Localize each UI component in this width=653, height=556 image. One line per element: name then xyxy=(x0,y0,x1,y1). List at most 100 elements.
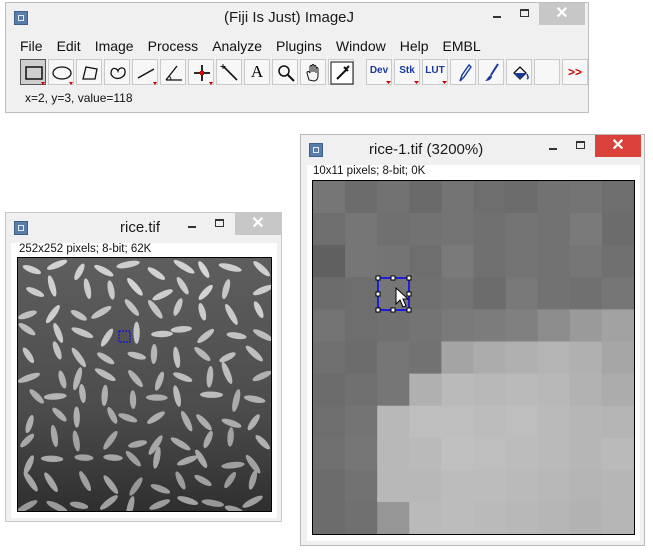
roi-handle[interactable] xyxy=(390,307,396,313)
zoomed-pixel xyxy=(473,245,507,278)
close-button[interactable]: ✕ xyxy=(595,135,641,157)
zoomed-pixel xyxy=(377,469,410,503)
line-tool-icon[interactable] xyxy=(132,59,158,85)
point-tool-icon[interactable] xyxy=(188,59,214,85)
zoomed-pixel xyxy=(601,277,634,310)
rice-image-canvas[interactable] xyxy=(17,257,272,512)
color-picker-tool-icon[interactable] xyxy=(328,59,354,85)
maximize-button[interactable] xyxy=(511,3,539,25)
roi-handle[interactable] xyxy=(406,275,412,281)
close-button[interactable]: ✕ xyxy=(539,3,585,25)
minimize-button[interactable] xyxy=(483,3,511,25)
zoomed-pixel xyxy=(441,405,475,439)
title-bar[interactable]: (Fiji Is Just) ImageJ ✕ xyxy=(6,3,588,33)
zoomed-pixel xyxy=(473,213,507,246)
zoomed-pixel xyxy=(313,245,346,278)
window-title: (Fiji Is Just) ImageJ xyxy=(224,9,355,26)
zoomed-pixel xyxy=(441,469,475,503)
menu-plugins[interactable]: Plugins xyxy=(276,35,322,57)
brush-tool-icon[interactable] xyxy=(478,59,504,85)
zoomed-pixel xyxy=(569,277,603,310)
rectangle-tool-icon[interactable] xyxy=(20,59,46,85)
zoomed-pixel xyxy=(569,469,603,503)
zoomed-pixel xyxy=(505,309,539,343)
hand-tool-icon[interactable] xyxy=(300,59,326,85)
status-bar-text: x=2, y=3, value=118 xyxy=(25,91,133,105)
menu-embl[interactable]: EMBL xyxy=(443,35,481,57)
zoomed-pixel xyxy=(313,373,346,407)
roi-handle[interactable] xyxy=(406,307,412,313)
zoomed-pixel xyxy=(505,437,539,471)
title-bar[interactable]: rice.tif ✕ xyxy=(6,213,281,243)
rice-image-window: rice.tif ✕ 252x252 pixels; 8-bit; 62K xyxy=(5,212,282,522)
polygon-tool-icon[interactable] xyxy=(76,59,102,85)
zoomed-pixel xyxy=(569,437,603,471)
zoomed-pixel xyxy=(601,373,634,407)
zoomed-pixel xyxy=(537,502,571,534)
zoomed-pixel xyxy=(505,213,539,246)
zoomed-pixel xyxy=(505,469,539,503)
menu-window[interactable]: Window xyxy=(336,35,386,57)
zoomed-pixel xyxy=(601,341,634,375)
freehand-tool-icon[interactable] xyxy=(104,59,130,85)
more-tools-icon[interactable]: >> xyxy=(562,59,588,85)
text-tool-icon[interactable]: A xyxy=(244,59,270,85)
zoomed-pixel xyxy=(601,405,634,439)
zoomed-pixel xyxy=(569,502,603,534)
roi-handle[interactable] xyxy=(390,275,396,281)
zoomed-pixel xyxy=(505,373,539,407)
zoomed-pixel xyxy=(409,405,442,439)
zoomed-pixel xyxy=(473,277,507,310)
roi-handle[interactable] xyxy=(406,291,412,297)
roi-handle[interactable] xyxy=(375,307,381,313)
zoomed-pixel xyxy=(345,437,378,471)
menu-help[interactable]: Help xyxy=(400,35,429,57)
angle-tool-icon[interactable] xyxy=(160,59,186,85)
zoomed-pixel xyxy=(537,181,571,214)
zoomed-pixel xyxy=(441,277,475,310)
fiji-app-icon xyxy=(309,143,323,157)
menu-file[interactable]: File xyxy=(20,35,43,57)
zoomed-pixel xyxy=(441,245,475,278)
zoomed-image-canvas[interactable] xyxy=(312,180,635,535)
zoomed-pixel xyxy=(537,373,571,407)
maximize-button[interactable] xyxy=(206,213,234,235)
dev-menu-tool[interactable]: Dev xyxy=(366,59,392,85)
maximize-button[interactable] xyxy=(567,135,595,157)
close-button[interactable]: ✕ xyxy=(235,213,281,235)
minimize-button[interactable] xyxy=(178,213,206,235)
zoomed-pixel xyxy=(377,309,410,343)
minimize-button[interactable] xyxy=(539,135,567,157)
pencil-tool-icon[interactable] xyxy=(450,59,476,85)
zoomed-pixel xyxy=(473,469,507,503)
zoomed-pixel xyxy=(345,213,378,246)
zoomed-pixel xyxy=(473,341,507,375)
zoomed-pixel xyxy=(601,437,634,471)
roi-handle[interactable] xyxy=(375,291,381,297)
stk-menu-tool[interactable]: Stk xyxy=(394,59,420,85)
menu-process[interactable]: Process xyxy=(148,35,199,57)
zoomed-pixel xyxy=(377,213,410,246)
oval-tool-icon[interactable] xyxy=(48,59,74,85)
zoomed-pixel xyxy=(441,341,475,375)
zoomed-pixel xyxy=(505,277,539,310)
menu-analyze[interactable]: Analyze xyxy=(212,35,262,57)
zoomed-pixel xyxy=(345,245,378,278)
flood-fill-tool-icon[interactable] xyxy=(506,59,532,85)
zoomed-pixel xyxy=(473,373,507,407)
zoomed-pixel xyxy=(601,469,634,503)
menu-image[interactable]: Image xyxy=(95,35,134,57)
zoomed-pixel xyxy=(569,181,603,214)
zoomed-pixel xyxy=(505,245,539,278)
zoomed-pixel xyxy=(313,181,346,214)
menu-edit[interactable]: Edit xyxy=(57,35,81,57)
zoomed-pixel xyxy=(345,373,378,407)
title-bar[interactable]: rice-1.tif (3200%) ✕ xyxy=(301,135,644,165)
zoomed-pixel xyxy=(441,437,475,471)
magnifier-tool-icon[interactable] xyxy=(272,59,298,85)
wand-tool-icon[interactable] xyxy=(216,59,242,85)
zoomed-pixel xyxy=(345,469,378,503)
zoomed-pixel xyxy=(473,405,507,439)
lut-menu-tool[interactable]: LUT xyxy=(422,59,448,85)
roi-handle[interactable] xyxy=(375,275,381,281)
